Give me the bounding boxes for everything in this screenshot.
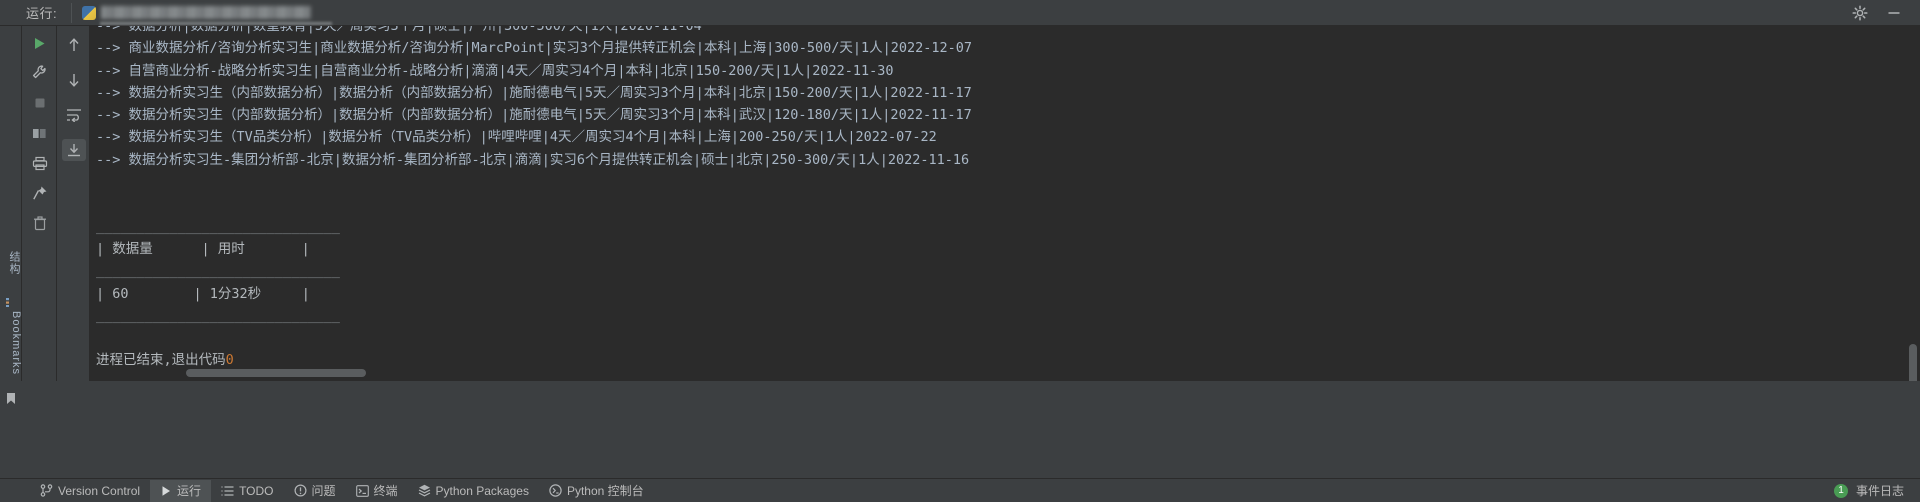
event-log-badge: 1 [1833,483,1848,498]
console-line: --> 自营商业分析-战略分析实习生|自营商业分析-战略分析|滴滴|4天／周实习… [96,62,894,79]
header-divider [71,2,73,23]
list-icon [221,485,234,496]
table-header-row: | 数据量 | 用时 | [96,240,310,257]
scroll-to-end-icon[interactable] [61,139,86,161]
run-tool-window-header: 运行: [0,0,1920,26]
console-line-clipped: --> 数据分析|数据分析|数重教育|5天／周实习3个月|硕士|广州|300-5… [96,26,702,34]
status-item-label: TODO [239,483,274,498]
python-icon [82,5,97,20]
status-item-label: 运行 [177,484,202,498]
branch-icon [40,484,53,497]
table-rule-top: ______________________________ [96,218,340,235]
console-scroll-toolbar [58,26,90,381]
status-item-todo[interactable]: TODO [211,480,283,502]
console-line: --> 数据分析实习生-集团分析部-北京|数据分析-集团分析部-北京|滴滴|实习… [96,151,970,168]
stop-button[interactable] [28,92,52,114]
bookmark-icon [6,392,16,404]
sidebar-item-bookmarks[interactable]: Bookmarks [0,298,22,388]
console-icon [549,484,562,497]
status-item-label: 问题 [311,484,336,498]
table-rule-mid: ______________________________ [96,263,340,280]
bottom-tool-window-bar: Version Control 运行 TODO 问题 终端 Python Pac… [0,478,1920,502]
minimize-icon[interactable] [1886,5,1902,21]
run-configuration-name-redacted [101,6,312,19]
warning-icon [294,484,307,497]
layout-button[interactable] [28,122,52,144]
gear-icon[interactable] [1852,4,1868,21]
run-console-output[interactable]: --> 数据分析|数据分析|数重教育|5天／周实习3个月|硕士|广州|300-5… [90,26,1920,381]
exit-text: 进程已结束,退出代码 [96,352,226,369]
run-configuration-chip[interactable] [82,5,333,25]
play-icon [162,485,171,496]
status-item-event-log[interactable]: 事件日志 [1854,480,1906,502]
status-item-problems[interactable]: 问题 [284,480,346,502]
status-item-label: Python Packages [435,483,529,498]
status-item-label: Python 控制台 [566,484,644,498]
process-exit-line: 进程已结束,退出代码0 [96,349,1920,371]
status-item-label: Version Control [58,483,141,498]
console-line: --> 数据分析实习生（TV品类分析）|数据分析（TV品类分析）|哔哩哔哩|4天… [96,129,937,146]
pin-button[interactable] [28,182,52,204]
console-line: --> 数据分析实习生（内部数据分析）|数据分析（内部数据分析）|施耐德电气|5… [96,107,972,124]
package-icon [418,484,430,497]
arrow-up-icon[interactable] [62,34,86,56]
table-data-row: | 60 | 1分32秒 | [96,285,310,302]
console-vertical-scrollbar[interactable] [1909,344,1917,381]
console-horizontal-scrollbar[interactable] [186,369,366,377]
status-item-terminal[interactable]: 终端 [346,480,408,502]
status-item-run[interactable]: 运行 [150,479,212,502]
console-line: --> 数据分析实习生（内部数据分析）|数据分析（内部数据分析）|施耐德电气|5… [96,84,972,101]
terminal-icon [355,484,369,497]
printer-button[interactable] [28,152,52,174]
status-item-version-control[interactable]: Version Control [30,480,150,502]
exit-code: 0 [225,352,234,369]
redaction-underline [100,21,333,25]
status-item-label: 事件日志 [1855,484,1904,498]
status-item-label: 终端 [373,484,398,498]
sidebar-item-structure[interactable]: 结构 [0,238,22,288]
status-item-python-console[interactable]: Python 控制台 [539,480,654,502]
arrow-down-icon[interactable] [62,69,86,91]
status-item-python-packages[interactable]: Python Packages [408,480,539,502]
run-window-title: 运行: [26,6,58,21]
left-tool-window-bar: 结构 Bookmarks [0,26,22,404]
rerun-button[interactable] [28,32,52,54]
trash-button[interactable] [28,212,52,234]
console-line: --> 商业数据分析/咨询分析实习生|商业数据分析/咨询分析|MarcPoint… [96,40,972,57]
soft-wrap-icon[interactable] [62,104,86,126]
run-actions-toolbar [23,26,57,381]
settings-button[interactable] [28,62,52,84]
table-rule-bottom: ______________________________ [96,307,340,324]
